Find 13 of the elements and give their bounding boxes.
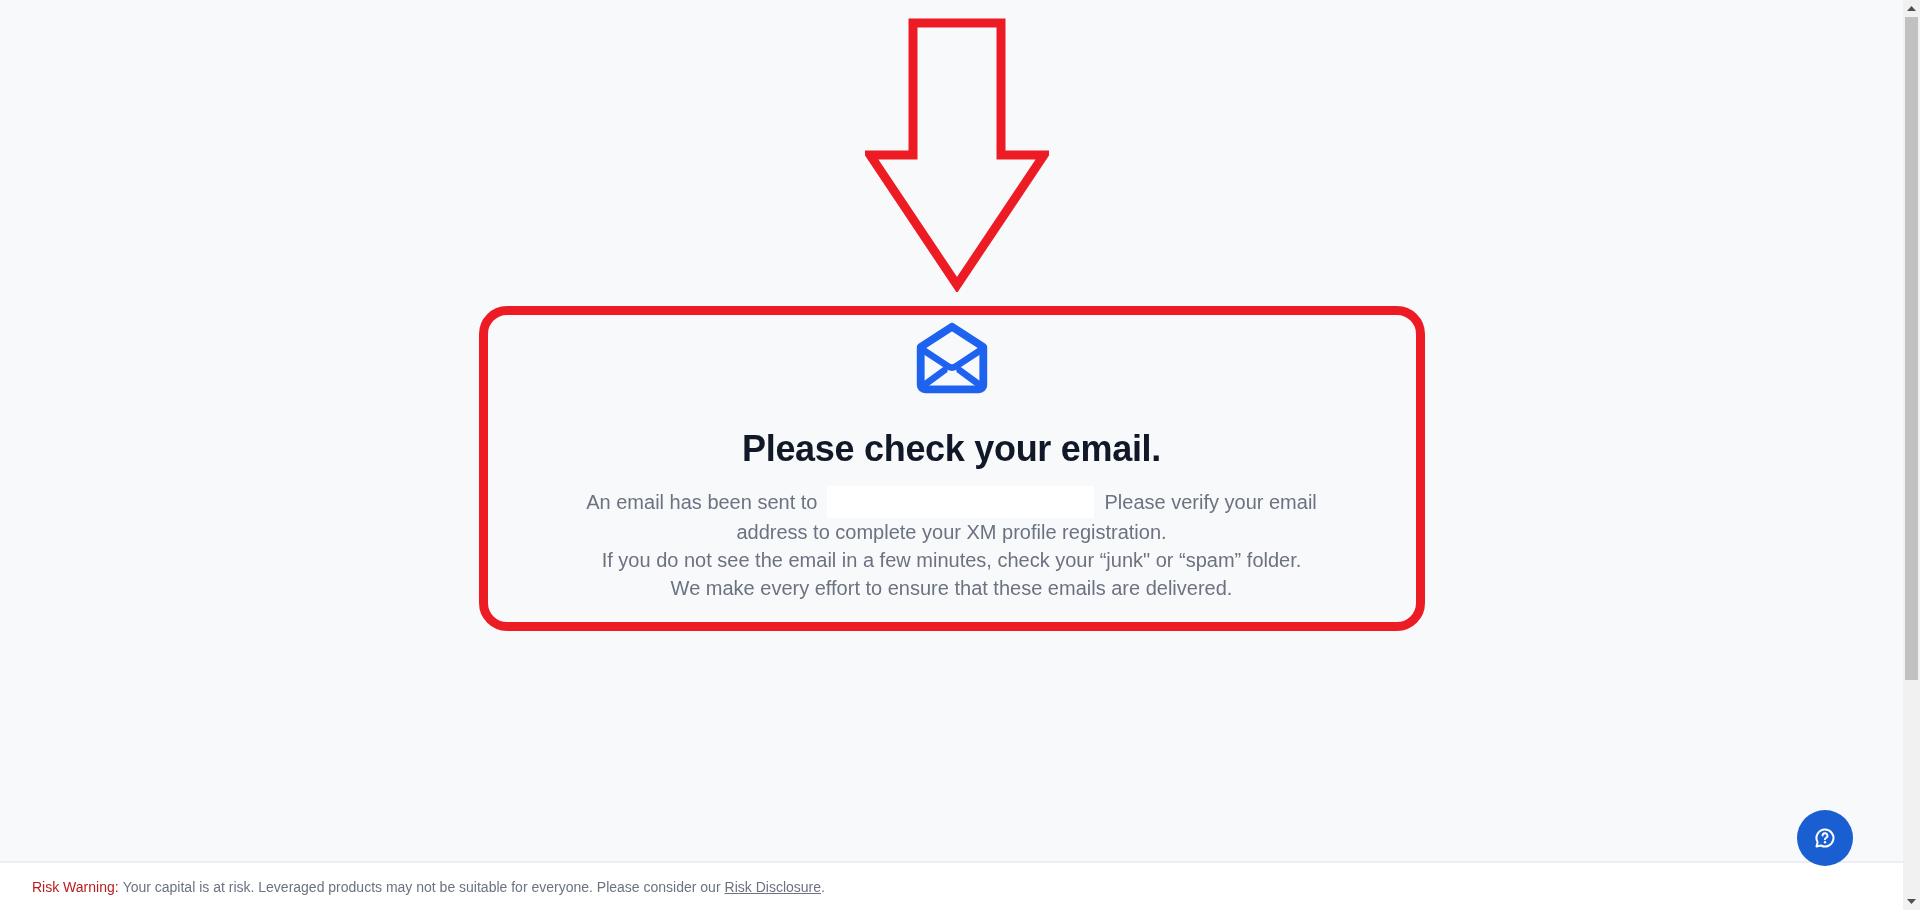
scrollbar[interactable] (1903, 0, 1920, 910)
note-text: We make every effort to ensure that these emails are delivered. (670, 576, 1233, 601)
message-text: address to complete your XM profile registration. (736, 520, 1167, 545)
message-text: Please verify your email (1104, 490, 1317, 515)
period-text: . (821, 878, 825, 895)
help-icon (1814, 827, 1836, 849)
page-heading: Please check your email. (741, 428, 1162, 470)
note-text: If you do not see the email in a few minutes, check your “junk" or “spam” folder. (601, 548, 1302, 573)
message-text: An email has been sent to (586, 490, 818, 515)
warning-label: Risk Warning: (32, 878, 119, 895)
warning-text: Your capital is at risk. Leveraged products may not be suitable for everyone. Please consider our (122, 878, 721, 895)
help-chat-button[interactable] (1797, 810, 1853, 866)
risk-disclosure-link[interactable]: Risk Disclosure (724, 878, 822, 895)
